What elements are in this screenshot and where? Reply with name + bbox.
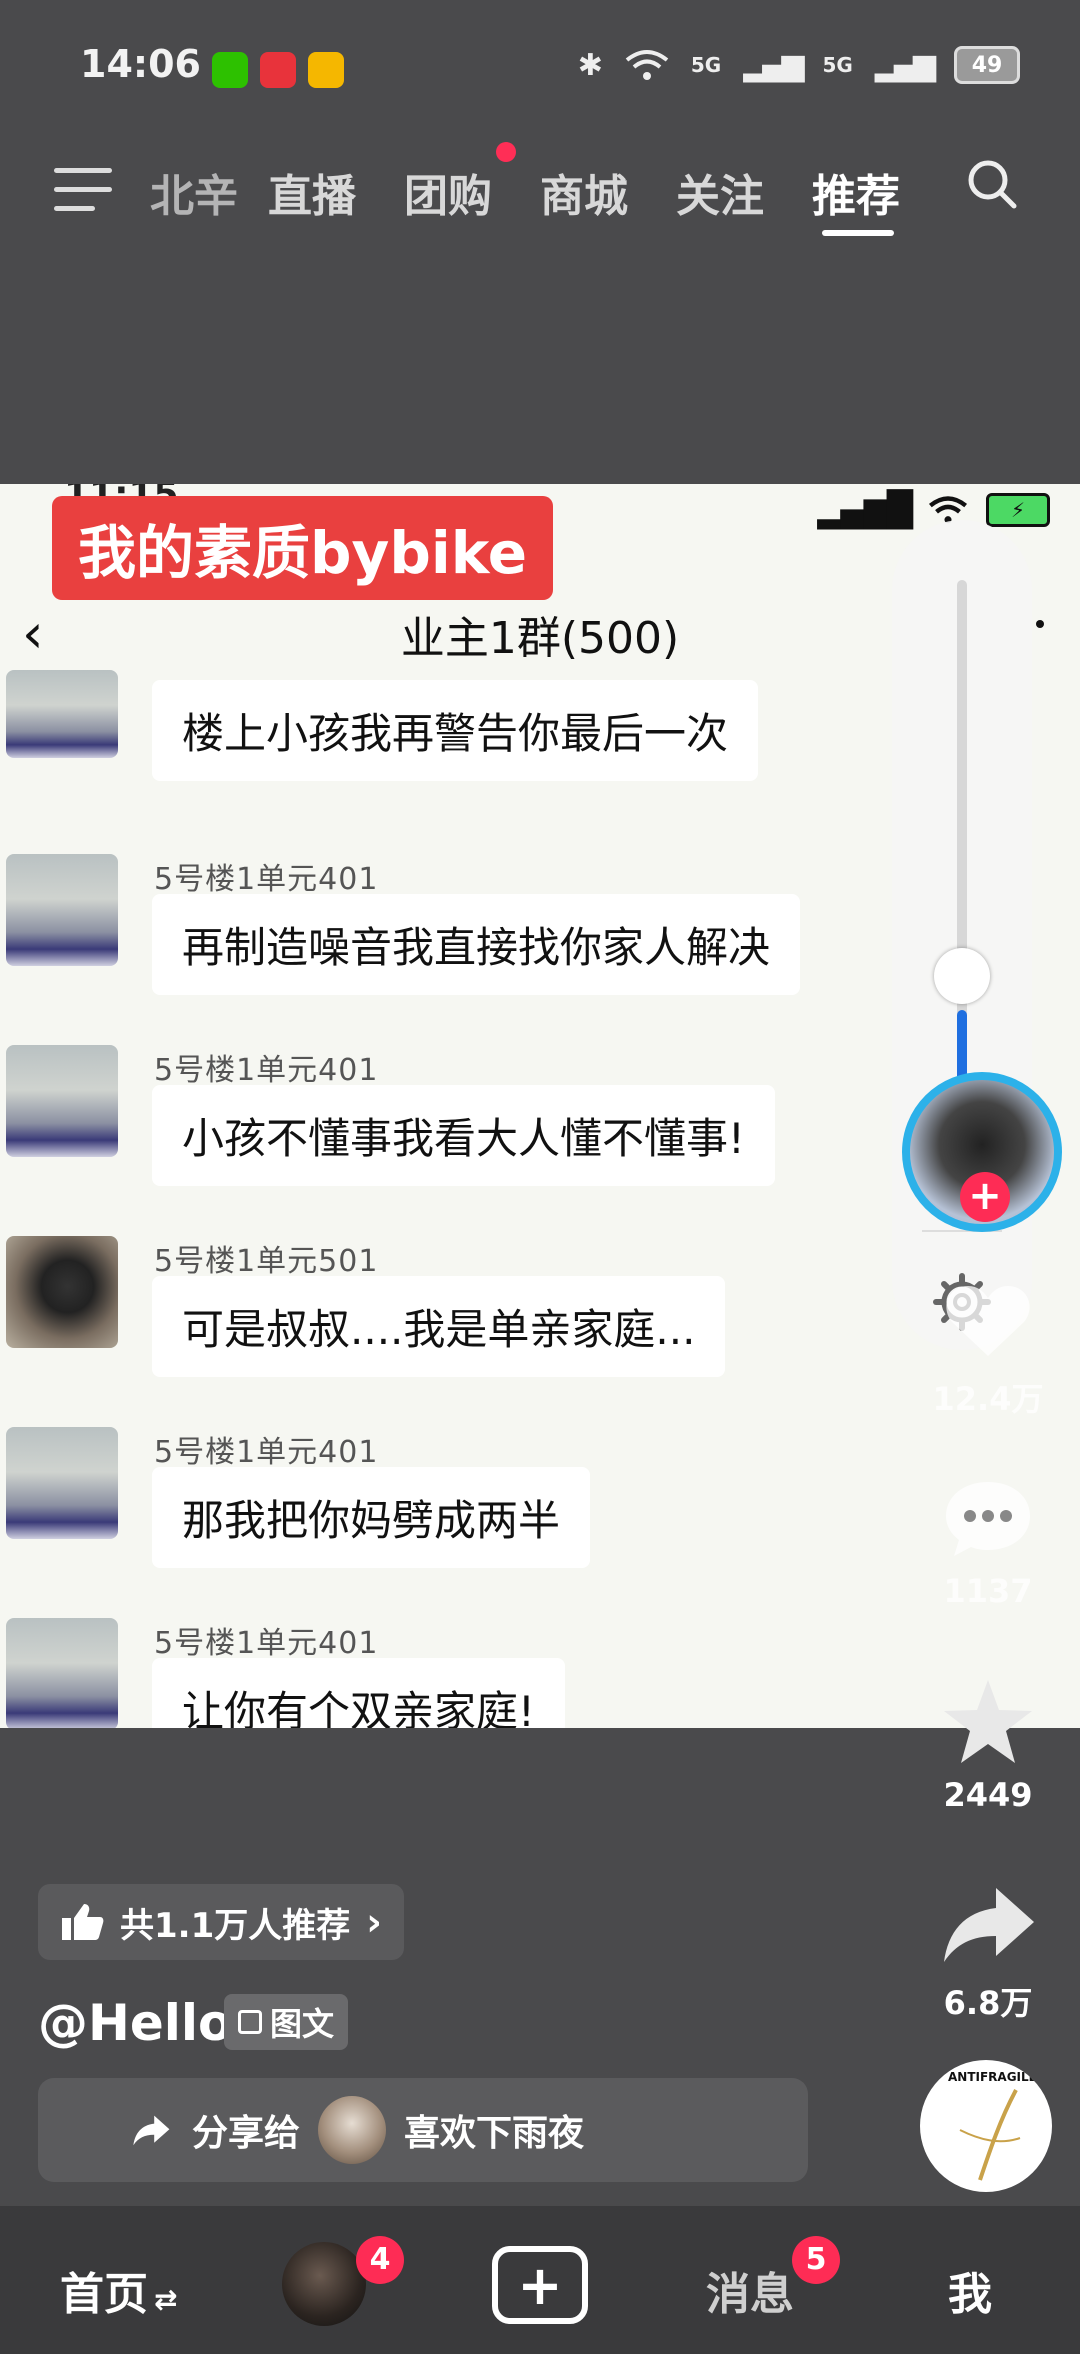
share-arrow-small-icon [133, 2115, 170, 2146]
share-to-bar[interactable]: 分享给 喜欢下雨夜 [38, 2078, 808, 2182]
tab-local[interactable]: 北辛 [150, 160, 238, 224]
avatar [6, 670, 118, 758]
status-right: ✱ 5G ▂▄▆ 5G ▂▄▆ 49 [578, 46, 1020, 84]
message-sender: 5号楼1单元501 [154, 1244, 379, 1279]
tab-live[interactable]: 直播 [268, 160, 356, 224]
share-action[interactable]: 6.8万 [928, 1874, 1048, 2024]
message-bubble: 让你有个双亲家庭! [152, 1658, 565, 1728]
tab-home-label: 首页 [60, 2269, 148, 2320]
heart-icon [946, 1286, 1030, 1356]
like-count: 12.4万 [932, 1380, 1044, 1418]
more-icon [1036, 620, 1044, 628]
signal-5g-label-2: 5G [822, 53, 853, 77]
share-friend-name: 喜欢下雨夜 [404, 2113, 585, 2154]
post-type-badge: 图文 [224, 1994, 349, 2050]
menu-icon[interactable] [54, 168, 112, 214]
active-tab-indicator [822, 230, 894, 236]
status-time: 14:06 [80, 42, 201, 86]
tab-mall[interactable]: 商城 [540, 160, 628, 224]
star-icon [944, 1680, 1032, 1763]
image-post-icon [238, 2010, 262, 2034]
search-icon[interactable] [966, 158, 1018, 210]
message-sender: 5号楼1单元401 [154, 862, 379, 897]
status-bar: 14:06 ✱ 5G ▂▄▆ 5G ▂▄▆ 49 [0, 0, 1080, 140]
music-disc-art [959, 2089, 1021, 2181]
tab-group-buy[interactable]: 团购 [404, 160, 492, 224]
like-action[interactable]: 12.4万 [928, 1270, 1048, 1420]
friends-badge: 4 [356, 2236, 404, 2284]
avatar [6, 854, 118, 966]
author-name[interactable]: @Hello [38, 1994, 232, 2052]
bluetooth-icon: ✱ [577, 47, 603, 83]
tab-recommend[interactable]: 推荐 [812, 160, 900, 224]
create-post-button[interactable]: + [492, 2246, 588, 2324]
avatar [6, 1236, 118, 1348]
messages-badge: 5 [792, 2236, 840, 2284]
favorite-count: 2449 [943, 1776, 1033, 1814]
reward-app-icon [308, 52, 344, 88]
comment-action[interactable]: 1137 [928, 1468, 1048, 1610]
swap-icon: ⇄ [154, 2283, 178, 2316]
signal-bars-icon-2: ▂▄▆ [874, 47, 936, 83]
screenshot-signal-icon: ▂▄▆█ [817, 490, 913, 530]
signal-bars-icon-1: ▂▄▆ [743, 47, 804, 83]
notification-dot [496, 142, 516, 162]
tab-friends-avatar[interactable] [282, 2242, 366, 2326]
screenshot-battery-icon: ⚡ [986, 493, 1050, 527]
chevron-right-icon: › [366, 1900, 382, 1944]
tab-me[interactable]: 我 [948, 2258, 992, 2322]
share-to-label: 分享给 [192, 2113, 301, 2154]
message-bubble: 那我把你妈劈成两半 [152, 1467, 591, 1568]
message-sender: 5号楼1单元401 [154, 1053, 379, 1088]
recommend-text: 共1.1万人推荐 [120, 1905, 351, 1946]
message-sender: 5号楼1单元401 [154, 1435, 379, 1470]
tab-home[interactable]: 首页 ⇄ [60, 2258, 177, 2322]
avatar [6, 1427, 118, 1539]
wifi-icon [625, 50, 669, 80]
post-type-label: 图文 [270, 2005, 335, 2043]
avatar [6, 1618, 118, 1728]
music-disc[interactable]: ANTIFRAGILE [920, 2060, 1052, 2192]
volume-knob[interactable] [934, 948, 990, 1004]
music-app-icon [260, 52, 296, 88]
thumbs-up-icon [62, 1904, 104, 1940]
recommend-pill[interactable]: 共1.1万人推荐 › [38, 1884, 404, 1960]
comment-count: 1137 [943, 1572, 1033, 1610]
message-bubble: 再制造噪音我直接找你家人解决 [152, 894, 801, 995]
follow-plus-icon[interactable]: + [960, 1172, 1010, 1222]
comment-icon [946, 1482, 1030, 1556]
share-friend-avatar [318, 2096, 387, 2164]
message-bubble: 可是叔叔....我是单亲家庭... [152, 1276, 726, 1377]
message-bubble: 楼上小孩我再警告你最后一次 [152, 680, 759, 781]
top-nav: 北辛 直播 团购 商城 关注 推荐 [0, 140, 1080, 250]
caption-tag: 我的素质bybike [52, 496, 554, 600]
signal-5g-label-1: 5G [690, 53, 722, 77]
tab-following[interactable]: 关注 [676, 160, 764, 224]
tab-messages[interactable]: 消息 [706, 2258, 794, 2322]
favorite-action[interactable]: 2449 [928, 1672, 1048, 1814]
message-sender: 5号楼1单元401 [154, 1626, 379, 1661]
share-count: 6.8万 [943, 1984, 1033, 2022]
message-bubble: 小孩不懂事我看大人懂不懂事! [152, 1085, 775, 1186]
screenshot-status: ▂▄▆█ ⚡ [817, 490, 1050, 530]
battery-indicator: 49 [954, 46, 1020, 84]
wechat-icon [212, 52, 248, 88]
avatar [6, 1045, 118, 1157]
share-arrow-icon [944, 1888, 1034, 1962]
